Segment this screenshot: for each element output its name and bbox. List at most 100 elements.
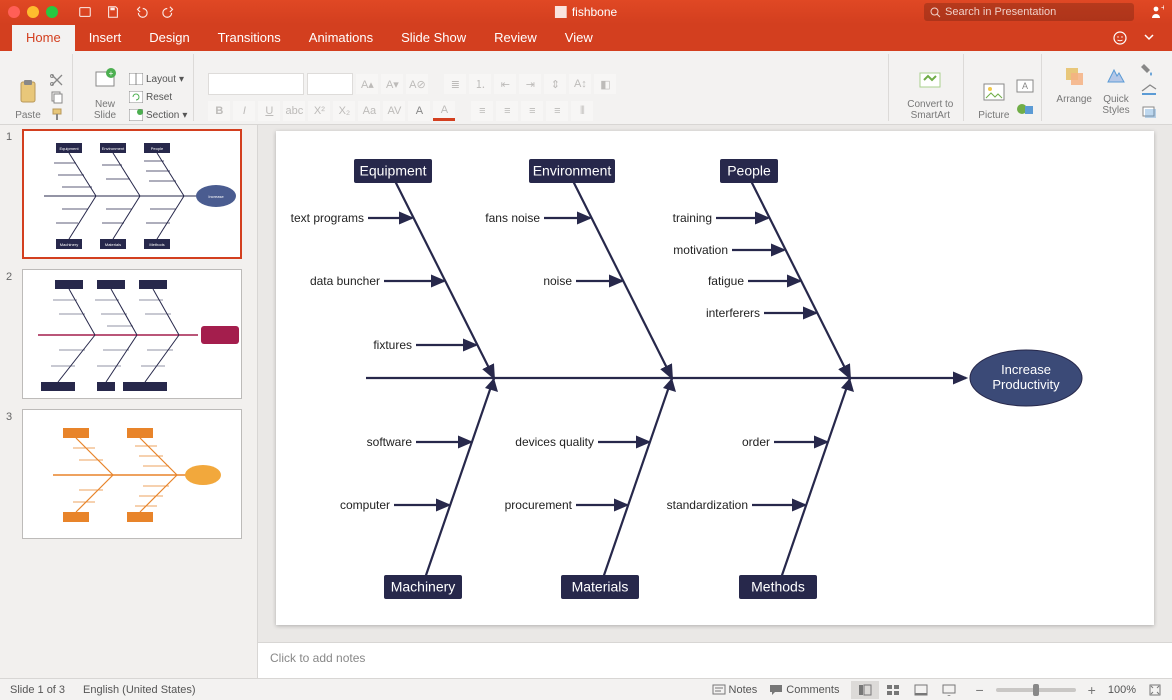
- reading-view-button[interactable]: [907, 681, 935, 699]
- reset-button[interactable]: Reset: [129, 91, 187, 103]
- zoom-level[interactable]: 100%: [1108, 684, 1136, 696]
- svg-text:standardization: standardization: [667, 498, 748, 512]
- shapes-button[interactable]: [1015, 101, 1035, 120]
- superscript-button[interactable]: X²: [308, 101, 330, 121]
- svg-text:Methods: Methods: [751, 579, 805, 595]
- char-spacing-button[interactable]: AV: [383, 101, 405, 121]
- font-color-button[interactable]: A: [433, 101, 455, 121]
- slide-canvas[interactable]: IncreaseProductivity Equipment text prog…: [276, 131, 1154, 625]
- svg-text:A: A: [1022, 81, 1028, 91]
- cut-icon[interactable]: [48, 73, 66, 87]
- svg-text:fatigue: fatigue: [708, 274, 744, 288]
- save-icon[interactable]: [106, 5, 120, 19]
- redo-icon[interactable]: [162, 5, 176, 19]
- clear-format-button[interactable]: A⊘: [406, 74, 428, 94]
- columns-button[interactable]: ⫴: [571, 101, 593, 121]
- svg-text:Environment: Environment: [102, 146, 125, 151]
- format-painter-icon[interactable]: [48, 107, 66, 121]
- font-size-select[interactable]: [307, 73, 353, 95]
- justify-button[interactable]: ≡: [546, 101, 568, 121]
- tab-home[interactable]: Home: [12, 25, 75, 51]
- picture-button[interactable]: Picture: [978, 78, 1009, 121]
- bullets-button[interactable]: ≣: [444, 74, 466, 94]
- layout-button[interactable]: Layout ▾: [129, 73, 187, 85]
- paste-button[interactable]: Paste: [14, 78, 42, 121]
- outdent-button[interactable]: ⇤: [494, 74, 516, 94]
- text-direction-button[interactable]: A↕: [569, 74, 591, 94]
- svg-text:devices quality: devices quality: [515, 435, 594, 449]
- align-right-button[interactable]: ≡: [521, 101, 543, 121]
- shape-fill-button[interactable]: [1140, 62, 1158, 79]
- decrease-font-button[interactable]: A▾: [381, 74, 403, 94]
- slide-thumbnail-3[interactable]: 3: [6, 409, 251, 539]
- subscript-button[interactable]: X₂: [333, 101, 355, 121]
- category-machinery: Machinery software computer: [340, 378, 498, 599]
- align-center-button[interactable]: ≡: [496, 101, 518, 121]
- toggle-notes-button[interactable]: Notes: [712, 683, 758, 697]
- numbering-button[interactable]: ⒈: [469, 74, 491, 94]
- strikethrough-button[interactable]: abc: [283, 101, 305, 121]
- increase-font-button[interactable]: A▴: [356, 74, 378, 94]
- indent-button[interactable]: ⇥: [519, 74, 541, 94]
- text-box-button[interactable]: A: [1015, 78, 1035, 97]
- zoom-in-button[interactable]: +: [1088, 682, 1096, 698]
- statusbar: Slide 1 of 3 English (United States) Not…: [0, 678, 1172, 700]
- notes-pane[interactable]: Click to add notes: [258, 642, 1172, 678]
- tab-design[interactable]: Design: [135, 25, 203, 51]
- convert-smartart-button[interactable]: Convert to SmartArt: [903, 67, 957, 121]
- arrange-button[interactable]: Arrange: [1056, 62, 1092, 105]
- new-slide-button[interactable]: + New Slide: [87, 67, 123, 121]
- feedback-icon[interactable]: [1112, 30, 1128, 46]
- zoom-slider[interactable]: [996, 688, 1076, 692]
- minimize-window-button[interactable]: [27, 6, 39, 18]
- tab-review[interactable]: Review: [480, 25, 551, 51]
- tab-transitions[interactable]: Transitions: [204, 25, 295, 51]
- collapse-ribbon-icon[interactable]: [1142, 30, 1156, 44]
- quick-styles-button[interactable]: Quick Styles: [1098, 62, 1134, 116]
- svg-text:fans noise: fans noise: [485, 211, 540, 225]
- undo-icon[interactable]: [134, 5, 148, 19]
- zoom-window-button[interactable]: [46, 6, 58, 18]
- share-icon[interactable]: +: [1148, 4, 1164, 20]
- line-spacing-button[interactable]: ⇕: [544, 74, 566, 94]
- underline-button[interactable]: U: [258, 101, 280, 121]
- shape-outline-button[interactable]: [1140, 83, 1158, 100]
- tab-animations[interactable]: Animations: [295, 25, 387, 51]
- tab-slideshow[interactable]: Slide Show: [387, 25, 480, 51]
- toggle-comments-button[interactable]: Comments: [769, 683, 839, 697]
- align-left-button[interactable]: ≡: [471, 101, 493, 121]
- tab-view[interactable]: View: [551, 25, 607, 51]
- copy-icon[interactable]: [48, 90, 66, 104]
- search-input[interactable]: Search in Presentation: [924, 3, 1134, 21]
- language-indicator[interactable]: English (United States): [83, 684, 196, 696]
- svg-text:training: training: [673, 211, 712, 225]
- font-family-select[interactable]: [208, 73, 304, 95]
- workspace: 1 Increase Equipment Environment People …: [0, 125, 1172, 678]
- slideshow-view-button[interactable]: [935, 681, 963, 699]
- svg-text:text programs: text programs: [291, 211, 364, 225]
- italic-button[interactable]: I: [233, 101, 255, 121]
- titlebar: fishbone Search in Presentation +: [0, 0, 1172, 24]
- section-button[interactable]: Section ▾: [129, 109, 187, 121]
- highlight-button[interactable]: A: [408, 101, 430, 121]
- slide-thumbnail-2[interactable]: 2: [6, 269, 251, 399]
- shape-effects-button[interactable]: [1140, 104, 1158, 121]
- search-icon: [930, 7, 941, 18]
- close-window-button[interactable]: [8, 6, 20, 18]
- thumb-2-preview: [23, 270, 243, 400]
- fit-to-window-button[interactable]: [1148, 683, 1162, 697]
- change-case-button[interactable]: Aa: [358, 101, 380, 121]
- normal-view-button[interactable]: [851, 681, 879, 699]
- slide-thumbnail-pane[interactable]: 1 Increase Equipment Environment People …: [0, 125, 258, 678]
- svg-text:Equipment: Equipment: [360, 163, 427, 179]
- open-icon[interactable]: [78, 5, 92, 19]
- bold-button[interactable]: B: [208, 101, 230, 121]
- zoom-out-button[interactable]: −: [975, 682, 983, 698]
- align-text-button[interactable]: ◧: [594, 74, 616, 94]
- thumb-3-preview: [23, 410, 243, 540]
- svg-text:Machinery: Machinery: [60, 242, 78, 247]
- sorter-view-button[interactable]: [879, 681, 907, 699]
- slide-thumbnail-1[interactable]: 1 Increase Equipment Environment People …: [6, 129, 251, 259]
- svg-text:People: People: [727, 163, 771, 179]
- tab-insert[interactable]: Insert: [75, 25, 136, 51]
